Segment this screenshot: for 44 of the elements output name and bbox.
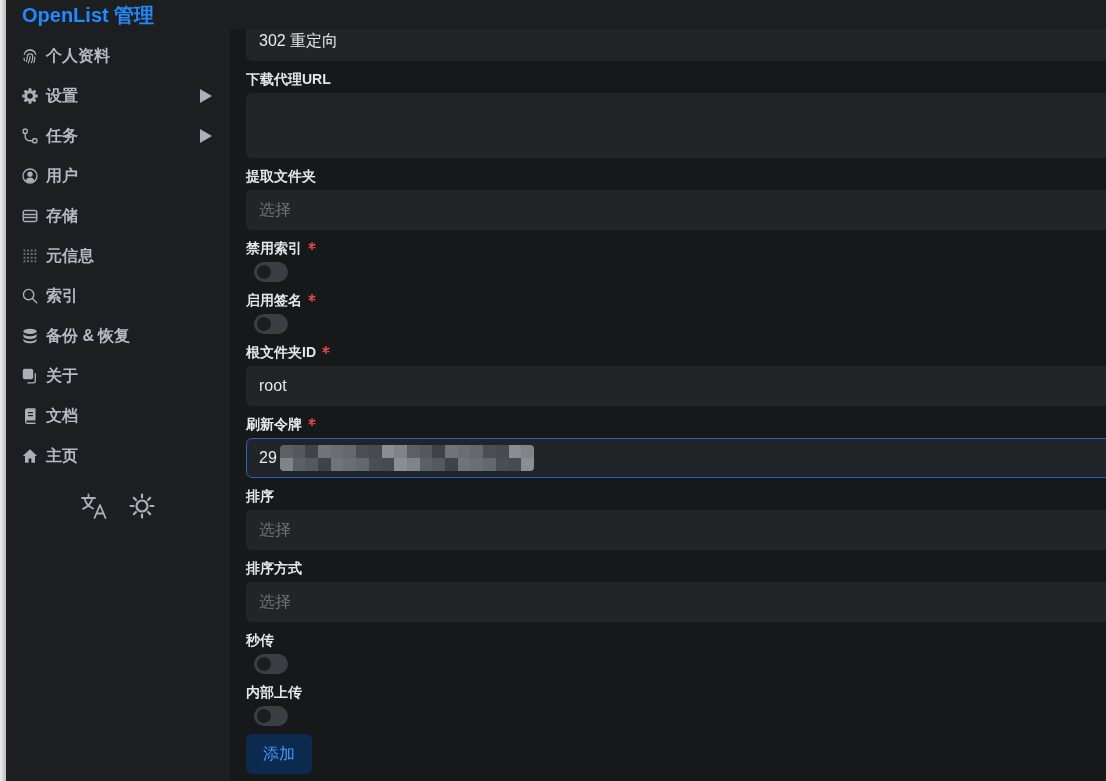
theme-button[interactable]	[128, 492, 156, 520]
add-button[interactable]: 添加	[246, 734, 312, 774]
app-title: OpenList 管理	[22, 2, 155, 27]
field-label: 下载代理URL	[246, 70, 331, 89]
field-label: 启用签名	[246, 291, 302, 310]
toggle-switch[interactable]	[254, 314, 288, 334]
sidebar-item[interactable]: 存储	[22, 196, 214, 236]
toggle-switch[interactable]	[254, 262, 288, 282]
book-icon	[22, 408, 38, 424]
database-icon	[22, 328, 38, 344]
field-label: 秒传	[246, 631, 274, 650]
search-icon	[22, 288, 38, 304]
field-label: 内部上传	[246, 683, 302, 702]
sidebar-item[interactable]: 个人资料	[22, 36, 214, 76]
user-circle-icon	[22, 168, 38, 184]
copy-icon	[22, 368, 38, 384]
toggle-switch[interactable]	[254, 706, 288, 726]
select-field[interactable]: 302 重定向	[246, 29, 1106, 61]
translate-icon	[80, 492, 108, 520]
sidebar-item[interactable]: 设置	[22, 76, 214, 116]
sidebar-item[interactable]: 任务	[22, 116, 214, 156]
dotted-grid-icon	[22, 248, 38, 264]
toggle-switch[interactable]	[254, 654, 288, 674]
sidebar-item[interactable]: 备份 & 恢复	[22, 316, 214, 356]
sidebar-item[interactable]: 主页	[22, 436, 214, 476]
server-icon	[22, 208, 38, 224]
field-label: 排序	[246, 487, 274, 506]
sidebar-item[interactable]: 元信息	[22, 236, 214, 276]
field-label: 刷新令牌	[246, 415, 302, 434]
sidebar-item[interactable]: 用户	[22, 156, 214, 196]
gear-icon	[22, 88, 38, 104]
field-label: 根文件夹ID	[246, 343, 316, 362]
sun-icon	[128, 492, 156, 520]
field-label: 禁用索引	[246, 239, 302, 258]
field-label: 提取文件夹	[246, 167, 316, 186]
sidebar-item[interactable]: 关于	[22, 356, 214, 396]
sidebar-item[interactable]: 文档	[22, 396, 214, 436]
flow-chart-icon	[22, 128, 38, 144]
fingerprint-icon	[22, 48, 38, 64]
field-label: 排序方式	[246, 559, 302, 578]
home-icon	[22, 448, 38, 464]
text-field[interactable]: root	[246, 366, 1106, 406]
sidebar-item[interactable]: 索引	[22, 276, 214, 316]
language-button[interactable]	[80, 492, 108, 520]
